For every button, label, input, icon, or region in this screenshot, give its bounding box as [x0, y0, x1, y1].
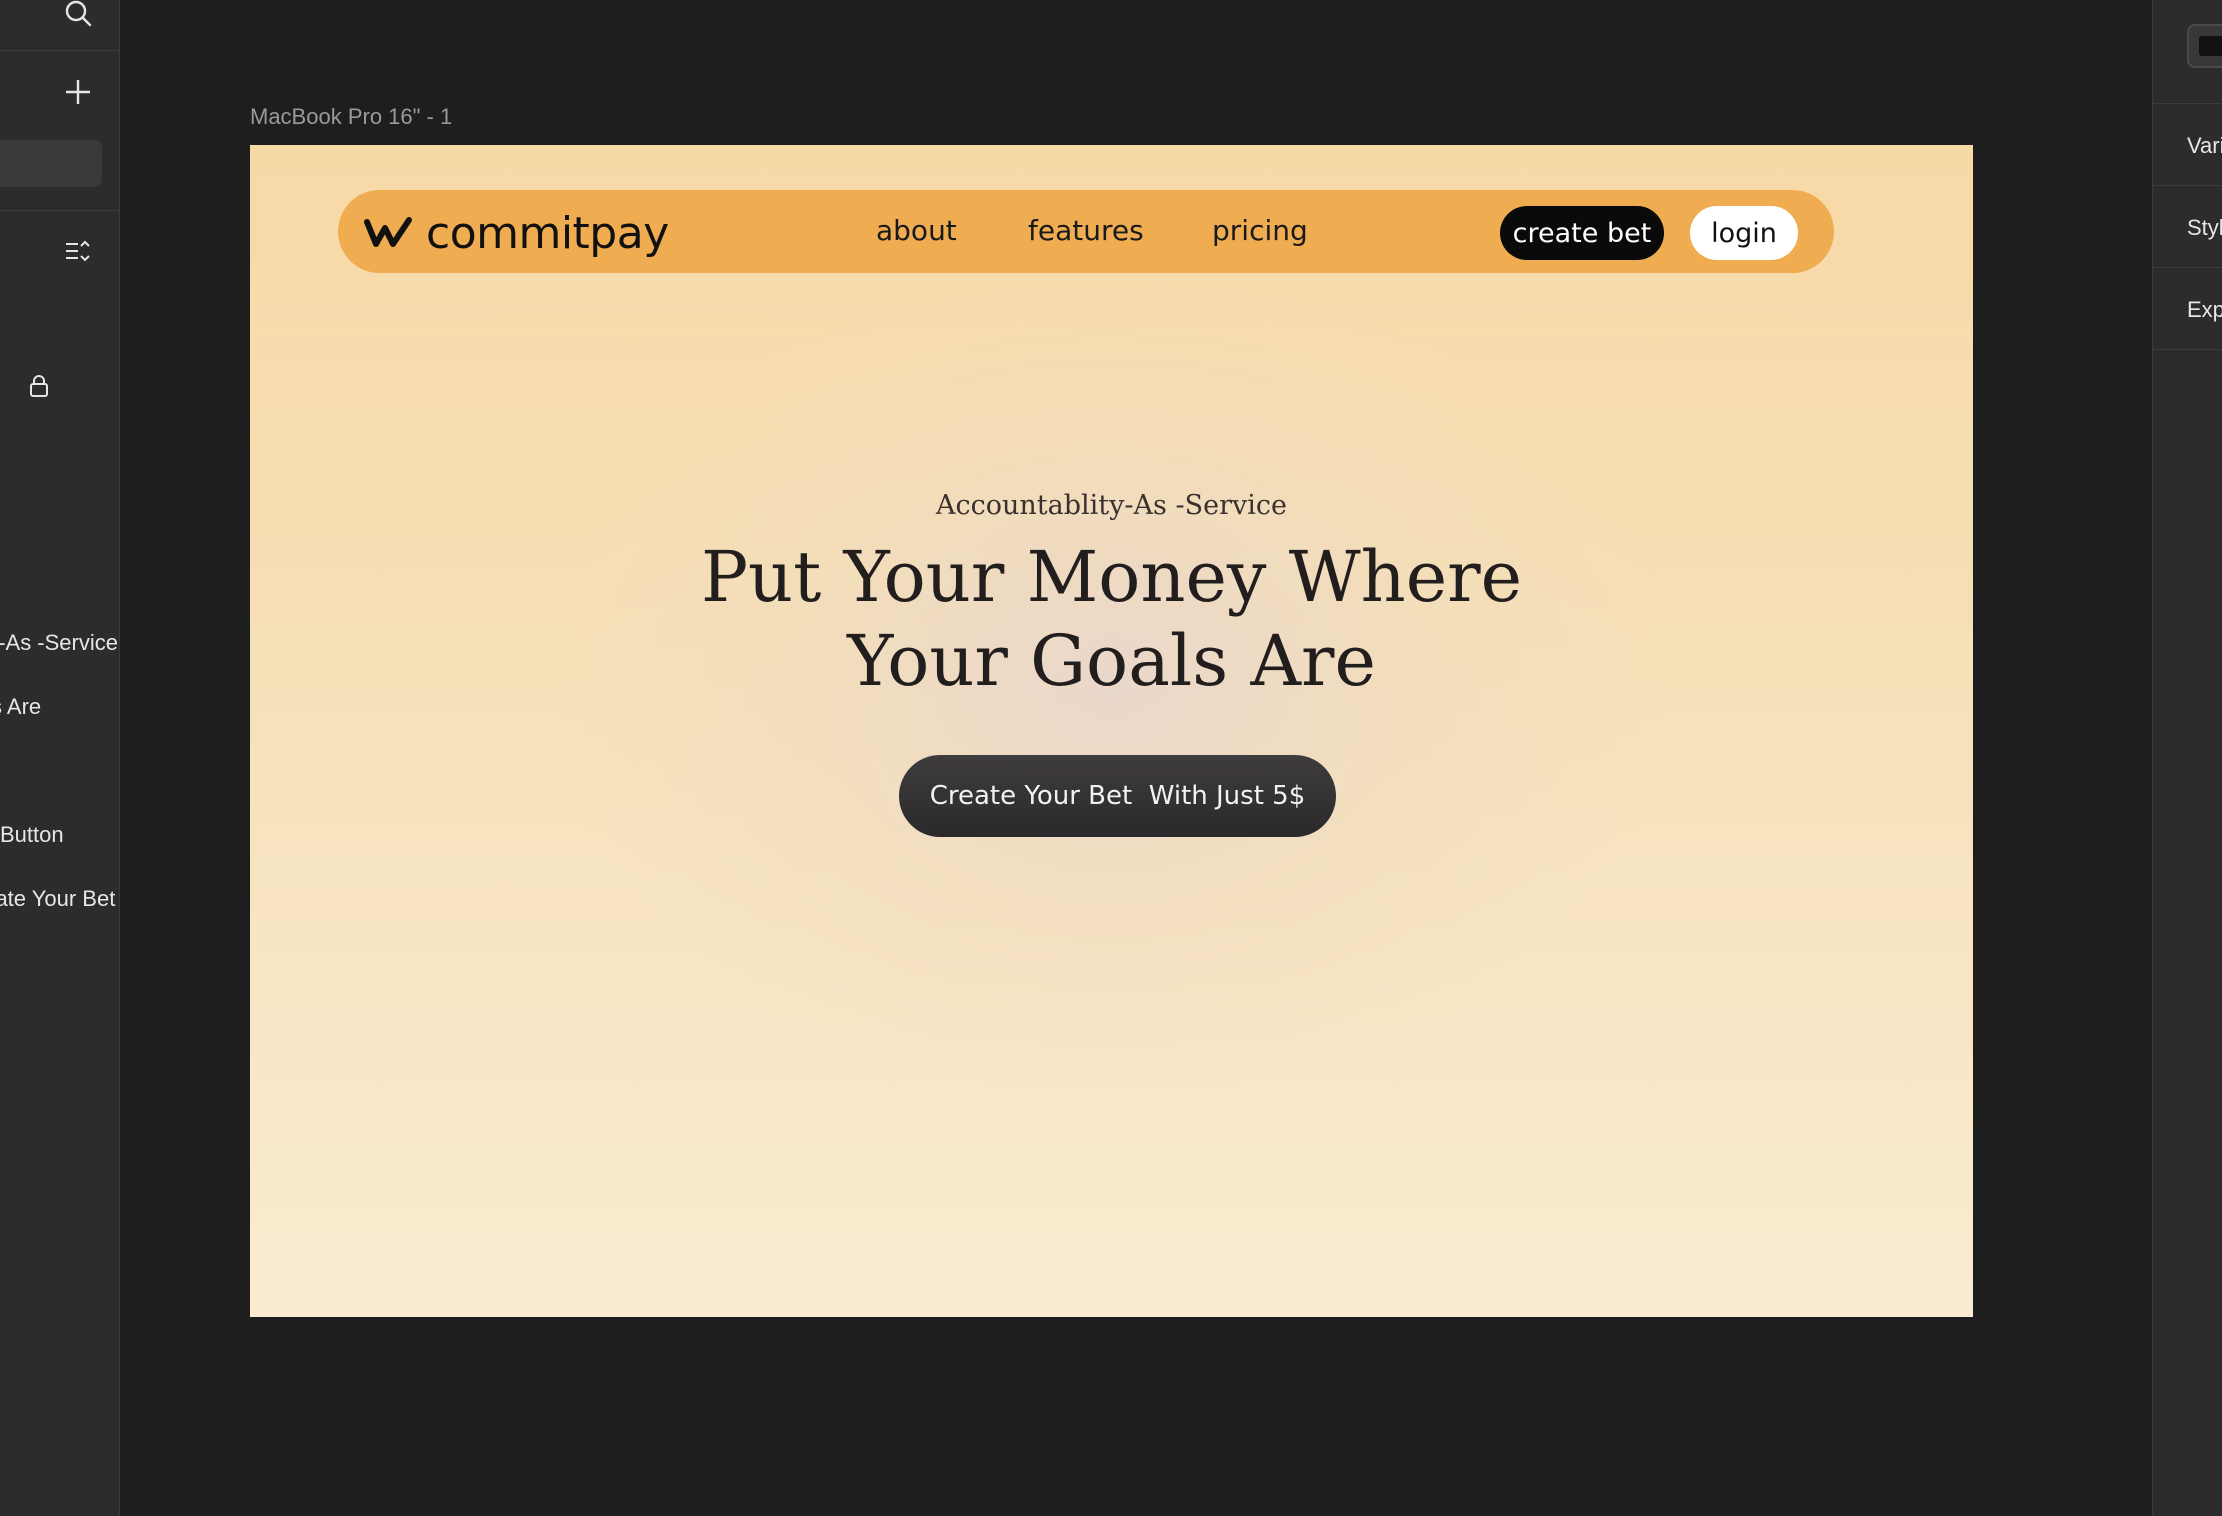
create-bet-button[interactable]: create bet	[1500, 206, 1664, 260]
logo-text[interactable]: commitpay	[426, 208, 669, 259]
hero-eyebrow: Accountablity-As -Service	[936, 490, 1287, 521]
section-styles[interactable]: Styles	[2153, 186, 2222, 268]
nav-link-pricing[interactable]: pricing	[1212, 214, 1308, 247]
layer-item-button[interactable]: Button	[0, 822, 118, 848]
hero-title-line-1: Put Your Money Where	[700, 536, 1523, 618]
fill-row[interactable]	[2153, 0, 2222, 104]
nav-link-about[interactable]: about	[876, 214, 957, 247]
selected-page-row[interactable]	[0, 140, 102, 187]
layer-item-eyebrow[interactable]: Accountablity-As -Service	[0, 630, 118, 656]
hero-title: Put Your Money Where Your Goals Are	[250, 535, 1973, 703]
plus-icon[interactable]	[64, 78, 92, 106]
layer-item-title[interactable]: Put Your Money Where Your Goals Are	[0, 694, 118, 720]
frame-label[interactable]: MacBook Pro 16" - 1	[250, 104, 452, 130]
panel-divider	[0, 50, 119, 51]
section-variables[interactable]: Variables	[2153, 104, 2222, 186]
hero-title-line-2: Your Goals Are	[847, 620, 1376, 702]
search-icon[interactable]	[64, 0, 92, 28]
logo-icon	[364, 217, 412, 247]
design-frame[interactable]: commitpay about features pricing create …	[250, 145, 1973, 1317]
layer-item-cta-text[interactable]: Create Your Bet With Just 5$	[0, 886, 118, 912]
color-swatch[interactable]	[2187, 24, 2222, 68]
panel-divider	[0, 210, 119, 211]
nav-link-features[interactable]: features	[1028, 214, 1144, 247]
section-export[interactable]: Export	[2153, 268, 2222, 350]
layers-panel: Accountablity-As -Service Put Your Money…	[0, 0, 120, 1516]
lock-icon[interactable]	[29, 375, 49, 397]
collapse-list-icon[interactable]	[64, 238, 92, 266]
properties-panel: Variables Styles Export	[2152, 0, 2222, 1516]
site-navbar: commitpay about features pricing create …	[338, 190, 1834, 273]
login-button[interactable]: login	[1690, 206, 1798, 260]
create-your-bet-button[interactable]: Create Your Bet With Just 5$	[899, 755, 1336, 837]
